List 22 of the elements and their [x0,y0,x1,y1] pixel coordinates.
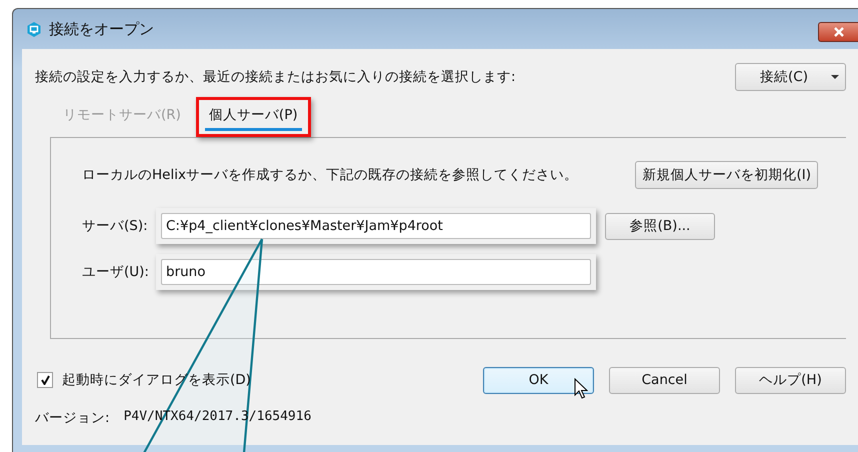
instruction-text: 接続の設定を入力するか、最近の接続またはお気に入りの接続を選択します: [35,68,516,86]
description-text: ローカルのHelixサーバを作成するか、下記の既存の接続を参照してください。 [82,166,578,184]
dialog-button[interactable]: Cancel [609,366,720,394]
field-label: サーバ(S): [82,217,149,235]
close-button[interactable] [818,22,858,42]
field-label: ユーザ(U): [82,263,150,281]
app-icon [27,22,41,36]
text-field[interactable]: C:¥p4_client¥clones¥Master¥Jam¥p4root [161,213,591,239]
browse-button[interactable]: 参照(B)... [605,212,715,240]
dialog-button[interactable]: OK [483,366,594,394]
tab[interactable]: 個人サーバ(P) [204,104,302,131]
connection-dropdown[interactable]: 接続(C) [735,63,846,91]
checkmark-icon [40,375,50,385]
checkbox[interactable] [37,372,53,388]
close-icon [832,27,844,37]
version-label: バージョン: [35,409,110,427]
cursor-icon [574,378,588,400]
dialog-button[interactable]: ヘルプ(H) [735,366,846,394]
window-title: 接続をオープン [49,20,154,38]
caret-icon [831,75,839,79]
text-field[interactable]: bruno [161,259,591,285]
init-server-button[interactable]: 新規個人サーバを初期化(I) [635,161,818,189]
